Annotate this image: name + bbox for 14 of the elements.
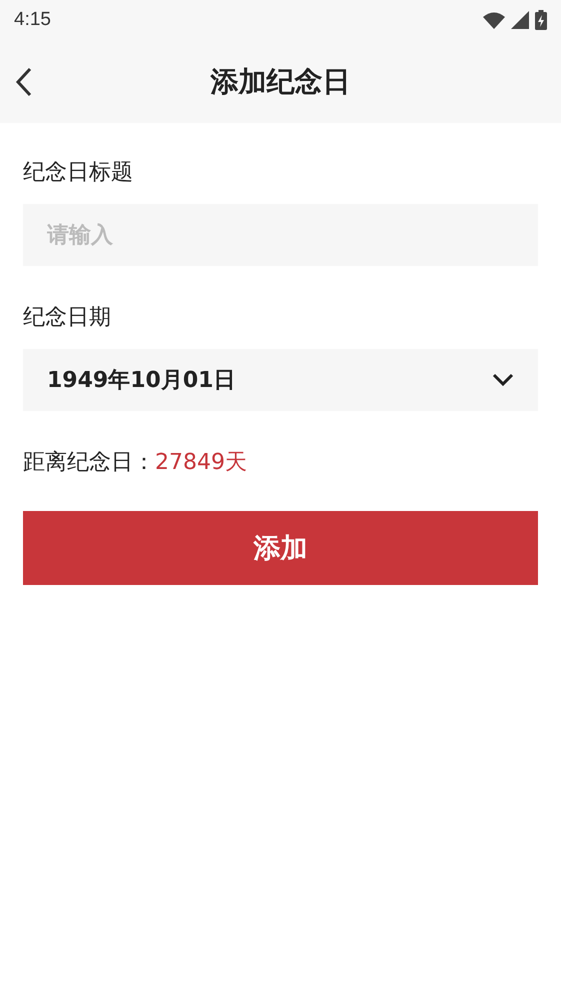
wifi-icon [483, 12, 505, 28]
page-title: 添加纪念日 [210, 64, 350, 100]
field-label: 纪念日标题 [23, 159, 134, 187]
distance-value: 27849天 [155, 449, 247, 477]
input-field[interactable]: 请输入 [23, 204, 538, 266]
back-icon[interactable] [14, 67, 34, 97]
battery-icon [535, 10, 547, 30]
signal-icon [511, 11, 529, 29]
field-label: 纪念日期 [23, 304, 112, 332]
distance-label: 距离纪念日： [23, 449, 155, 477]
chevron-down-icon [492, 373, 514, 387]
date-dropdown[interactable]: 1949年10月01日 [23, 349, 538, 411]
add-button[interactable]: 添加 [23, 511, 538, 585]
status-time: 4:15 [14, 9, 51, 31]
